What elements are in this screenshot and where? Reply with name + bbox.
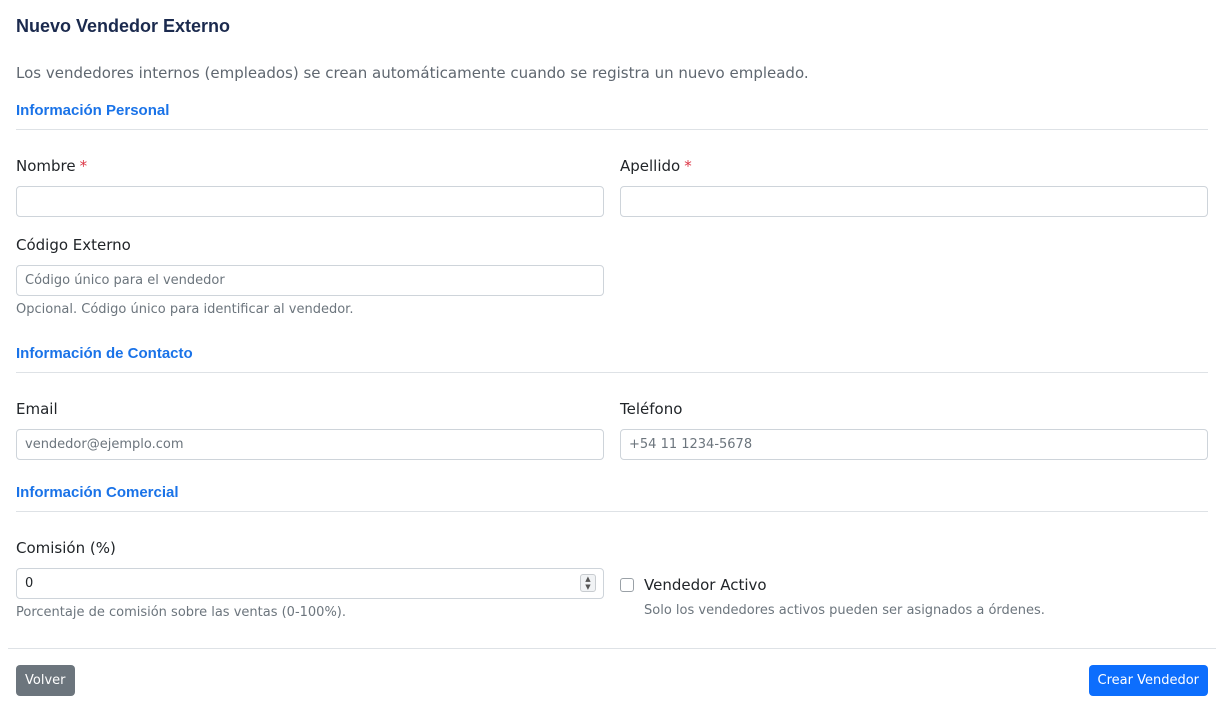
nombre-input[interactable] [16,186,604,217]
apellido-input[interactable] [620,186,1208,217]
section-personal-title: Información Personal [16,102,170,119]
comision-field: ▲ ▼ [16,568,604,599]
spin-up-icon[interactable]: ▲ [581,575,595,583]
intro-text: Los vendedores internos (empleados) se c… [16,64,809,82]
required-asterisk: * [79,157,88,175]
page-title: Nuevo Vendedor Externo [16,16,231,36]
vendedor-activo-help: Solo los vendedores activos pueden ser a… [644,603,1045,618]
comision-label: Comisión (%) [16,539,116,557]
email-label: Email [16,400,58,418]
codigo-externo-label: Código Externo [16,236,131,254]
number-spinner[interactable]: ▲ ▼ [580,574,596,592]
section-divider [16,372,1208,373]
apellido-label: Apellido * [620,157,692,175]
new-external-seller-page: Nuevo Vendedor Externo Los vendedores in… [0,0,1217,712]
comision-help: Porcentaje de comisión sobre las ventas … [16,605,347,620]
email-input[interactable] [16,429,604,460]
vendedor-activo-label[interactable]: Vendedor Activo [644,576,767,594]
vendedor-activo-checkbox[interactable] [620,578,634,592]
section-divider [16,129,1208,130]
create-seller-button[interactable]: Crear Vendedor [1088,665,1208,696]
vendedor-activo-toggle[interactable]: Vendedor Activo [620,576,767,594]
codigo-externo-help: Opcional. Código único para identificar … [16,302,354,317]
codigo-externo-input[interactable] [16,265,604,296]
footer-divider [8,648,1216,649]
section-contact-title: Información de Contacto [16,345,193,362]
section-divider [16,511,1208,512]
comision-input[interactable] [16,568,604,599]
required-asterisk: * [684,157,692,175]
telefono-label: Teléfono [620,400,683,418]
spin-down-icon[interactable]: ▼ [581,583,595,591]
back-button[interactable]: Volver [16,665,75,696]
nombre-label: Nombre * [16,157,88,175]
telefono-input[interactable] [620,429,1208,460]
section-commercial-title: Información Comercial [16,484,179,501]
